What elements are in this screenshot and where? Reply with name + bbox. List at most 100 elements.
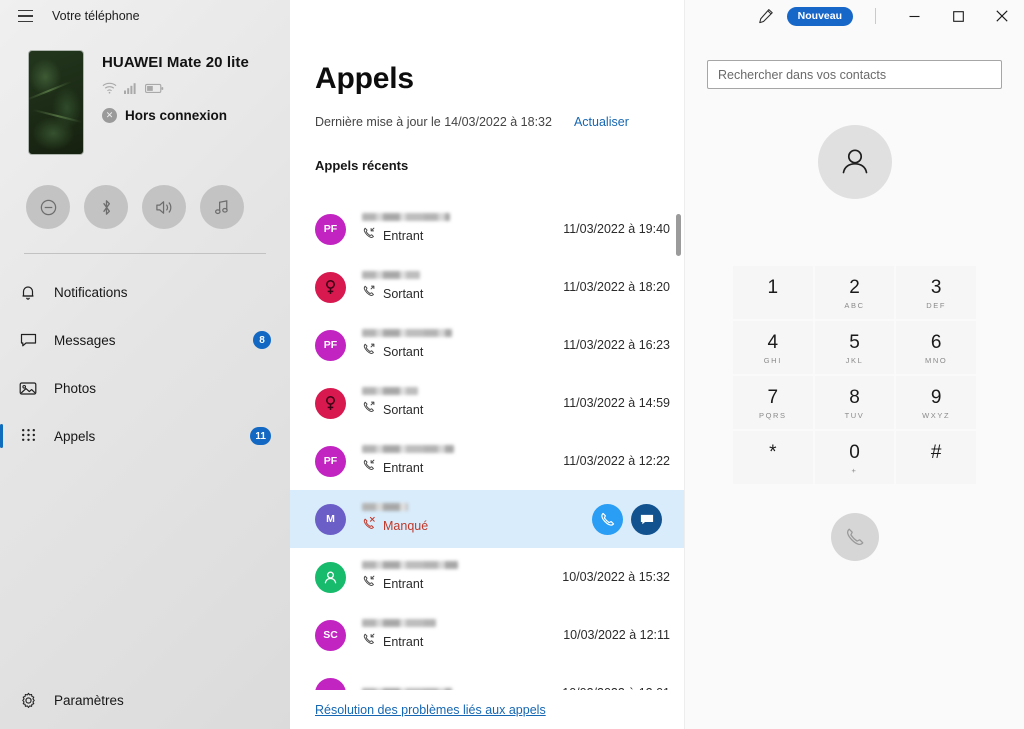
- call-timestamp: 11/03/2022 à 19:40: [563, 222, 670, 236]
- dial-key-letters: GHI: [763, 355, 782, 365]
- phone-thumbnail: [28, 50, 84, 155]
- dial-key-number: 9: [930, 386, 942, 408]
- maximize-button[interactable]: [936, 0, 980, 32]
- do-not-disturb-icon: [40, 199, 56, 215]
- avatar: PF: [315, 213, 346, 245]
- call-list-item[interactable]: Entrant 10/03/2022 à 15:32: [290, 548, 684, 606]
- call-back-button[interactable]: [592, 503, 623, 535]
- contact-name-redacted: [362, 561, 458, 569]
- call-list-item[interactable]: M Manqué: [290, 490, 684, 548]
- music-note-icon: [215, 199, 228, 214]
- dial-key-letters: JKL: [845, 355, 864, 365]
- chat-bubble-icon: [640, 514, 653, 524]
- call-type-label: Sortant: [383, 344, 424, 359]
- call-list-item[interactable]: 10/03/2022 à 12:01: [290, 664, 684, 690]
- messages-badge: 8: [253, 331, 271, 349]
- contact-name-redacted: [362, 271, 420, 279]
- dial-key-9[interactable]: 9 WXYZ: [896, 376, 976, 429]
- quick-actions: [0, 155, 290, 229]
- person-icon: [324, 571, 337, 583]
- call-list-item[interactable]: Sortant 11/03/2022 à 18:20: [290, 258, 684, 316]
- contact-name-redacted: [362, 213, 450, 221]
- outgoing-call-icon: [363, 401, 375, 412]
- dial-key-letters: PQRS: [759, 410, 787, 420]
- troubleshoot-link[interactable]: Résolution des problèmes liés aux appels: [315, 703, 546, 717]
- dial-key-5[interactable]: 5 JKL: [814, 321, 895, 374]
- dial-key-hash[interactable]: #: [896, 431, 976, 484]
- active-indicator: [0, 376, 3, 400]
- last-updated-row: Dernière mise à jour le 14/03/2022 à 18:…: [315, 115, 684, 129]
- female-symbol-icon: [326, 395, 335, 410]
- outgoing-call-icon: [362, 342, 376, 361]
- sidebar-item-label: Appels: [54, 428, 96, 444]
- sidebar-item-label: Notifications: [54, 284, 128, 300]
- sidebar-item-settings[interactable]: Paramètres: [0, 680, 290, 720]
- close-button[interactable]: [980, 0, 1024, 32]
- call-details: Entrant: [346, 213, 563, 245]
- call-type-label: Sortant: [383, 286, 424, 301]
- send-message-button[interactable]: [631, 503, 662, 535]
- new-badge[interactable]: Nouveau: [786, 6, 853, 26]
- hamburger-icon[interactable]: [8, 2, 42, 30]
- row-actions: [592, 503, 684, 535]
- call-timestamp: 10/03/2022 à 12:11: [563, 628, 670, 642]
- dial-key-letters: +: [851, 465, 858, 475]
- call-list-item[interactable]: SC Entrant 10/03/2022 à 12:11: [290, 606, 684, 664]
- avatar: [315, 561, 346, 593]
- dial-key-0[interactable]: 0 +: [814, 431, 895, 484]
- dialpad-icon: [18, 426, 38, 446]
- call-details: [346, 687, 562, 690]
- sidebar-item-photos[interactable]: Photos: [0, 364, 290, 412]
- incoming-call-icon: [363, 575, 375, 586]
- call-list-item[interactable]: PF Sortant 11/03/2022 à 16:23: [290, 316, 684, 374]
- bluetooth-button[interactable]: [84, 185, 128, 229]
- call-list-scrollbar[interactable]: [676, 200, 681, 685]
- call-details: Entrant: [346, 445, 563, 477]
- volume-button[interactable]: [142, 185, 186, 229]
- device-status-label: Hors connexion: [125, 108, 228, 123]
- contact-name-redacted: [362, 503, 408, 511]
- dialpad[interactable]: 1 2 ABC 3 DEF 4 GHI 5 JKL 6 MNO 7 PQRS 8 TUV 9 WXYZ * 0 + #: [733, 266, 976, 484]
- call-list[interactable]: PF Entrant 11/03/2022 à 19:40 Sortant 11/03/…: [290, 200, 684, 690]
- dial-key-number: 8: [849, 386, 860, 408]
- call-list-item[interactable]: PF Entrant 11/03/2022 à 19:40: [290, 200, 684, 258]
- contact-name-redacted: [362, 619, 436, 627]
- dial-key-3[interactable]: 3 DEF: [896, 266, 976, 319]
- dial-key-6[interactable]: 6 MNO: [896, 321, 976, 374]
- dial-key-number: #: [930, 441, 942, 463]
- dial-key-2[interactable]: 2 ABC: [814, 266, 895, 319]
- minimize-button[interactable]: [892, 0, 936, 32]
- dial-key-1[interactable]: 1: [733, 266, 813, 319]
- outgoing-call-icon: [362, 400, 376, 419]
- dial-key-8[interactable]: 8 TUV: [814, 376, 895, 429]
- music-button[interactable]: [200, 185, 244, 229]
- calls-panel: Appels Dernière mise à jour le 14/03/202…: [290, 0, 684, 729]
- dial-key-star[interactable]: *: [733, 431, 813, 484]
- bluetooth-icon: [102, 199, 110, 215]
- sidebar-divider: [24, 253, 266, 254]
- search-container: [685, 32, 1024, 89]
- sidebar-item-notifications[interactable]: Notifications: [0, 268, 290, 316]
- call-list-item[interactable]: Sortant 11/03/2022 à 14:59: [290, 374, 684, 432]
- active-indicator: [0, 280, 3, 304]
- pen-feedback-icon[interactable]: [751, 2, 781, 30]
- contact-avatar-placeholder: [817, 125, 892, 199]
- contact-search-input[interactable]: [707, 60, 1002, 89]
- dial-key-7[interactable]: 7 PQRS: [733, 376, 813, 429]
- refresh-link[interactable]: Actualiser: [574, 115, 629, 129]
- dial-call-button[interactable]: [830, 513, 879, 561]
- do-not-disturb-button[interactable]: [26, 185, 70, 229]
- sidebar-nav: Notifications Messages 8 Photos Appels 1…: [0, 268, 290, 460]
- incoming-call-icon: [362, 458, 376, 477]
- sidebar-item-messages[interactable]: Messages 8: [0, 316, 290, 364]
- sidebar-titlebar: Votre téléphone: [0, 0, 290, 32]
- call-list-item[interactable]: PF Entrant 11/03/2022 à 12:22: [290, 432, 684, 490]
- active-indicator: [0, 328, 3, 352]
- dial-key-4[interactable]: 4 GHI: [733, 321, 813, 374]
- call-type: Sortant: [362, 284, 563, 303]
- call-timestamp: 10/03/2022 à 12:01: [562, 686, 684, 690]
- sidebar-item-appels[interactable]: Appels 11: [0, 412, 290, 460]
- scrollbar-thumb[interactable]: [676, 214, 681, 256]
- gear-icon: [18, 690, 38, 710]
- incoming-call-icon: [363, 633, 375, 644]
